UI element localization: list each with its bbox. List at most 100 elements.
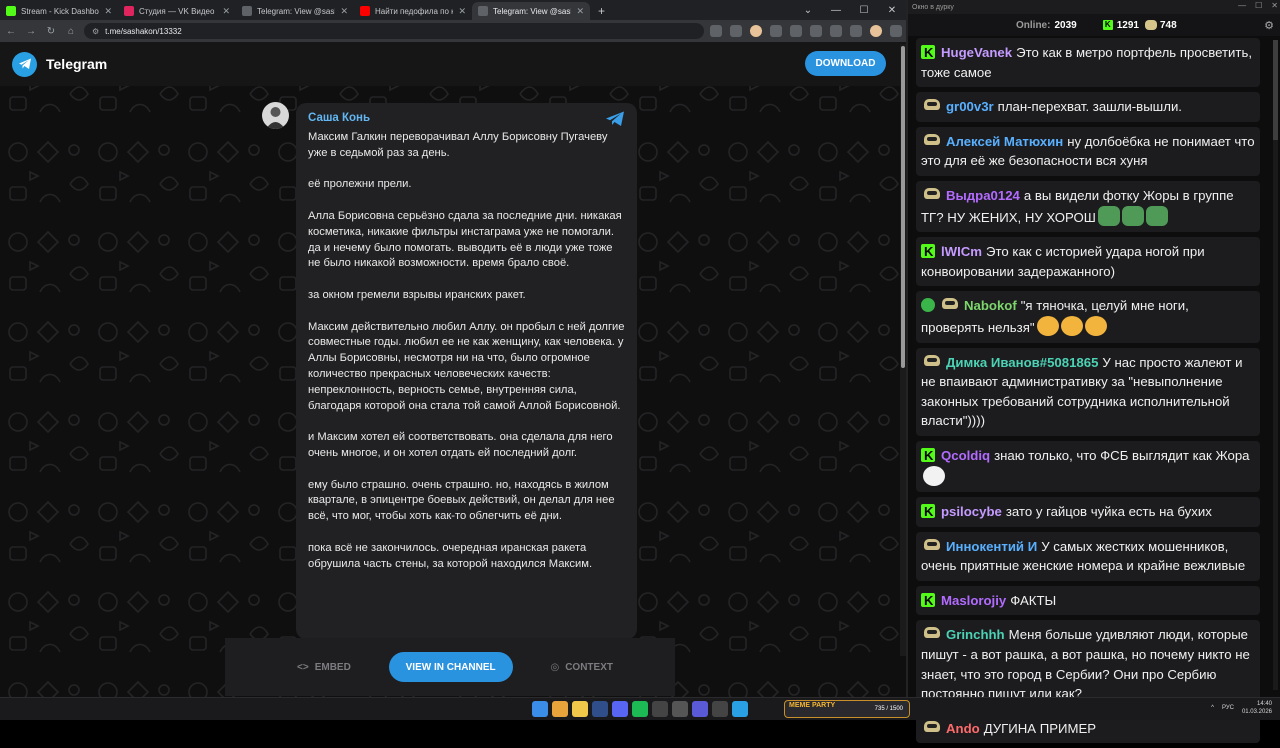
chat-text: ФАКТЫ — [1010, 592, 1057, 608]
browser-tab[interactable]: Stream - Kick Dashboard ✕ — [0, 2, 118, 20]
chat-username[interactable]: Nabokof — [964, 298, 1017, 313]
star-icon[interactable] — [730, 25, 742, 37]
chat-message: gr00v3r план-перехват. зашли-вышли. — [916, 92, 1260, 122]
close-icon[interactable]: ✕ — [878, 0, 906, 20]
close-tab-icon[interactable]: ✕ — [340, 6, 348, 17]
extension-icon[interactable] — [710, 25, 722, 37]
app-icon[interactable] — [712, 701, 728, 717]
spotify-icon[interactable] — [632, 701, 648, 717]
folder-icon[interactable] — [572, 701, 588, 717]
sidebar-icon[interactable] — [850, 25, 862, 37]
post-author[interactable]: Саша Конь — [308, 112, 370, 124]
browser-tab[interactable]: Telegram: View @sashakon ✕ — [236, 2, 354, 20]
tab-title: Telegram: View @sashakon — [493, 6, 571, 16]
chat-username[interactable]: gr00v3r — [946, 99, 994, 114]
browser-tab[interactable]: Найти педофила по кирпичу ✕ — [354, 2, 472, 20]
browser-tab[interactable]: Telegram: View @sashakon ✕ — [472, 2, 590, 20]
extension-icon[interactable] — [750, 25, 762, 37]
reload-icon[interactable]: ↻ — [44, 24, 58, 38]
clock[interactable]: 14:40 01.03.2026 — [1242, 700, 1272, 716]
tab-title: Telegram: View @sashakon — [257, 6, 335, 16]
scrollbar-thumb[interactable] — [901, 46, 905, 368]
browser-window: Stream - Kick Dashboard✕Студия — VK Виде… — [0, 0, 906, 697]
minimize-icon[interactable]: — — [1238, 1, 1246, 10]
view-in-channel-button[interactable]: VIEW IN CHANNEL — [388, 652, 513, 682]
face-emote-icon — [1060, 315, 1083, 336]
chat-username[interactable]: lWICm — [941, 244, 982, 259]
telegram-brand: Telegram — [46, 56, 108, 72]
download-icon[interactable] — [830, 25, 842, 37]
new-tab-button[interactable]: + — [590, 2, 613, 20]
vk-badge-icon — [921, 99, 941, 113]
chat-username[interactable]: Алексей Матюхин — [946, 134, 1063, 149]
chat-text: ДУГИНА ПРИМЕР — [983, 720, 1097, 736]
extension-icons — [710, 25, 902, 37]
telegram-page: Telegram DOWNLOAD Саша Конь Максим Галки… — [0, 42, 906, 697]
chat-username[interactable]: Qcoldiq — [941, 448, 990, 463]
obs-icon[interactable] — [652, 701, 668, 717]
profile-avatar[interactable] — [870, 25, 882, 37]
close-tab-icon[interactable]: ✕ — [104, 6, 112, 17]
embed-button[interactable]: <> EMBED — [297, 662, 351, 673]
extension-icon[interactable] — [790, 25, 802, 37]
telegram-icon[interactable] — [732, 701, 748, 717]
back-icon[interactable]: ← — [4, 24, 18, 38]
menu-icon[interactable] — [890, 25, 902, 37]
chat-message: Алексей Матюхин ну долбоёбка не понимает … — [916, 126, 1260, 176]
avatar[interactable] — [262, 102, 289, 129]
scrollbar-thumb[interactable] — [1273, 40, 1278, 140]
close-tab-icon[interactable]: ✕ — [458, 6, 466, 17]
chevron-down-icon[interactable]: ⌄ — [794, 0, 822, 20]
tab-favicon — [242, 6, 252, 16]
post-paragraph: пока всё не закончилось. очередная иранс… — [308, 541, 593, 570]
vk-badge-icon — [921, 720, 941, 735]
chat-username[interactable]: psilocybe — [941, 504, 1002, 519]
chat-username[interactable]: HugeVanek — [941, 45, 1012, 60]
close-tab-icon[interactable]: ✕ — [576, 6, 584, 17]
embed-label: EMBED — [314, 661, 351, 673]
post-paragraph: ему было страшно. очень страшно. но, нах… — [308, 478, 615, 523]
extension-icon[interactable] — [770, 25, 782, 37]
browser-toolbar: ← → ↻ ⌂ ⚙ t.me/sashakon/13332 — [0, 20, 906, 42]
chat-username[interactable]: Ando — [946, 721, 980, 736]
steam-icon[interactable] — [592, 701, 608, 717]
close-icon[interactable]: ✕ — [1271, 1, 1278, 10]
browser-tab[interactable]: Студия — VK Видео Live ✕ — [118, 2, 236, 20]
tab-title: Студия — VK Видео Live — [139, 6, 217, 16]
home-icon[interactable]: ⌂ — [64, 24, 78, 38]
close-tab-icon[interactable]: ✕ — [222, 6, 230, 17]
chat-username[interactable]: Grinchhh — [946, 627, 1005, 642]
address-bar[interactable]: ⚙ t.me/sashakon/13332 — [84, 23, 704, 39]
chat-scrollbar[interactable] — [1273, 40, 1278, 690]
tab-title: Найти педофила по кирпичу — [375, 6, 454, 16]
chat-username[interactable]: Выдра0124 — [946, 188, 1020, 203]
context-button[interactable]: ◎ CONTEXT — [550, 662, 613, 673]
site-info-icon[interactable]: ⚙ — [92, 27, 99, 36]
app-icon[interactable] — [692, 701, 708, 717]
face-emote-icon — [1084, 315, 1107, 336]
chat-text: знаю только, что ФСБ выглядит как Жора — [994, 447, 1250, 463]
gear-icon[interactable]: ⚙ — [1264, 19, 1274, 32]
post-text: Максим Галкин переворачивал Аллу Борисов… — [308, 130, 626, 588]
maximize-icon[interactable]: ☐ — [1255, 1, 1262, 10]
lang-indicator[interactable]: РУС — [1222, 705, 1234, 711]
chevron-up-icon[interactable]: ^ — [1211, 705, 1214, 711]
forward-icon[interactable]: → — [24, 24, 38, 38]
clock-time: 14:40 — [1256, 701, 1272, 707]
chat-message: Qcoldiq знаю только, что ФСБ выглядит как… — [916, 440, 1260, 493]
chat-username[interactable]: Иннокентий И — [946, 539, 1037, 554]
chrome-icon[interactable] — [552, 701, 568, 717]
chat-username[interactable]: Димка Иванов#5081865 — [946, 355, 1098, 370]
windows-start-icon[interactable] — [532, 701, 548, 717]
maximize-icon[interactable]: ☐ — [850, 0, 878, 20]
vk-badge-icon — [921, 133, 941, 148]
vk-badge-icon — [921, 627, 941, 641]
download-button[interactable]: DOWNLOAD — [805, 51, 886, 76]
discord-icon[interactable] — [612, 701, 628, 717]
minimize-icon[interactable]: — — [822, 0, 850, 20]
puzzle-icon[interactable] — [810, 25, 822, 37]
chat-username[interactable]: Maslorojiy — [941, 593, 1006, 608]
app-icon[interactable] — [672, 701, 688, 717]
meme-party-widget[interactable]: MEME PARTY 735 / 1500 — [784, 700, 910, 718]
online-label: Online: — [1016, 19, 1051, 31]
